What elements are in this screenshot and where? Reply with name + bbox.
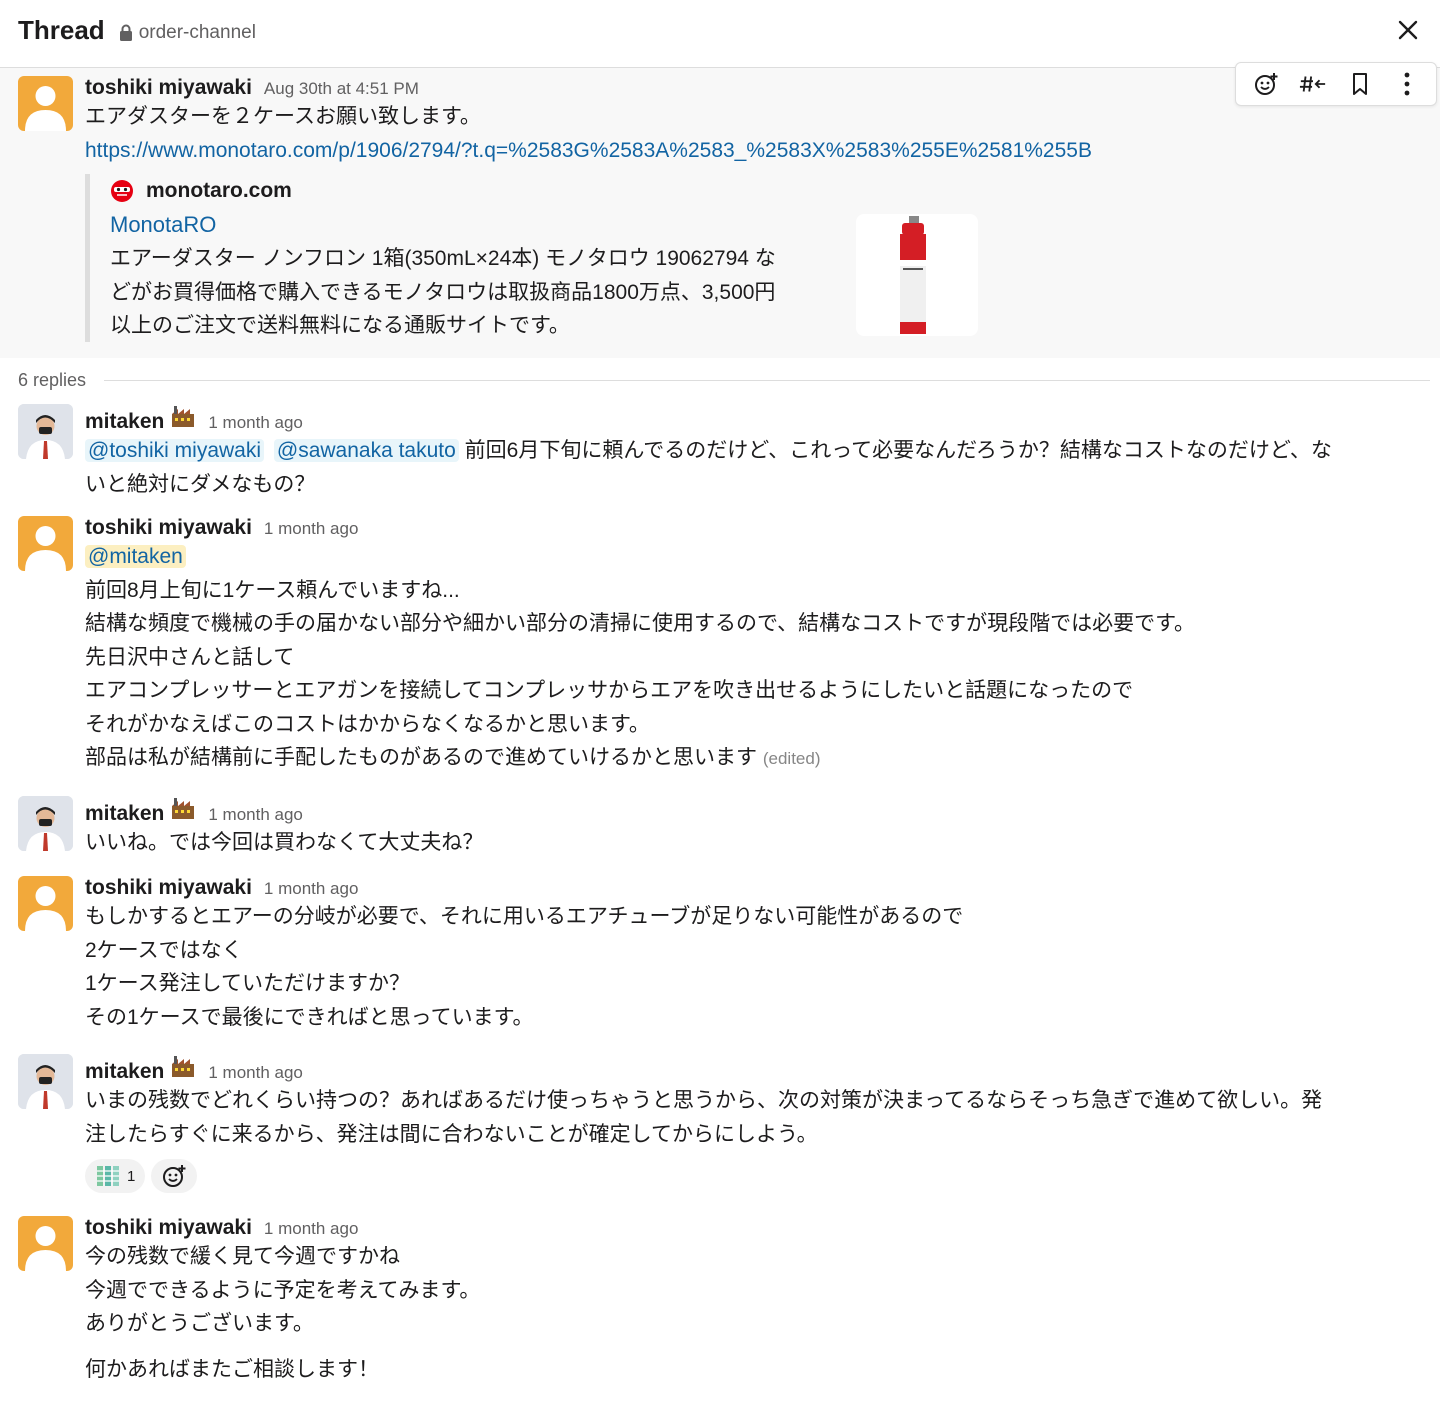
preview-title[interactable]: MonotaRO (110, 208, 850, 242)
timestamp[interactable]: 1 month ago (264, 1219, 359, 1239)
add-reaction-button[interactable] (151, 1159, 198, 1193)
message-text: いまの残数でどれくらい持つの？あればあるだけ使っちゃうと思うから、次の対策が決ま… (85, 1089, 1323, 1112)
reply-message: toshiki miyawaki 1 month ago 今の残数で緩く見て今週… (0, 1216, 1440, 1396)
reply-message: mitaken 1 month ago いいね。では今回は買わなくて大丈夫ね？ (0, 796, 1440, 876)
user-placeholder-icon (25, 1226, 66, 1271)
channel-name: order-channel (138, 21, 256, 43)
preview-description-line: どがお買得価格で購入できるモノタロウは取扱商品1800万点、3,500円 (110, 280, 776, 304)
timestamp[interactable]: 1 month ago (208, 413, 303, 433)
factory-badge-icon (172, 406, 195, 427)
message-text: 今の残数で緩く見て今週ですかね (85, 1245, 400, 1268)
user-placeholder-icon (25, 886, 66, 931)
message-text: 2ケースではなく (85, 938, 243, 962)
parent-message: toshiki miyawaki Aug 30th at 4:51 PM エアダ… (0, 62, 1440, 358)
author-name[interactable]: mitaken (85, 802, 164, 826)
message-text: 注したらすぐに来るから、発注は間に合わないことが確定してからにしよう。 (85, 1122, 818, 1146)
close-icon[interactable] (1394, 16, 1422, 44)
user-placeholder-icon (25, 526, 66, 571)
message-text: 前回8月上旬に1ケース頼んでいますね... (85, 578, 460, 602)
avatar[interactable] (18, 876, 73, 931)
edited-label: (edited) (762, 749, 821, 768)
timestamp[interactable]: 1 month ago (264, 879, 359, 899)
user-photo-icon (18, 796, 73, 851)
lock-icon (119, 24, 132, 41)
preview-site-name: monotaro.com (146, 179, 292, 202)
message-text: それがかなえばこのコストはかからなくなるかと思います。 (85, 712, 650, 736)
reply-message: toshiki miyawaki 1 month ago もしかするとエアーの分… (0, 876, 1440, 1054)
message-text: 何かあればまたご相談します！ (85, 1357, 379, 1381)
author-name[interactable]: toshiki miyawaki (85, 76, 252, 100)
reply-message: mitaken 1 month ago いまの残数でどれくらい持つの？あればある… (0, 1054, 1440, 1216)
message-text: 今週でできるように予定を考えてみます。 (85, 1278, 481, 1302)
reply-message: toshiki miyawaki 1 month ago @mitaken 前回… (0, 516, 1440, 796)
message-text: ありがとうございます。 (85, 1312, 314, 1335)
air-duster-can-image (900, 216, 926, 334)
preview-thumbnail[interactable] (856, 214, 978, 336)
message-text: いいね。では今回は買わなくて大丈夫ね？ (85, 831, 484, 854)
message-text: 結構な頻度で機械の手の届かない部分や細かい部分の清掃に使用するので、結構なコスト… (85, 612, 1196, 635)
factory-badge-icon (172, 798, 195, 819)
message-text: 先日沢中さんと話して (85, 645, 295, 669)
avatar[interactable] (18, 404, 73, 459)
author-name[interactable]: mitaken (85, 1060, 164, 1084)
replies-count: 6 replies (18, 369, 87, 390)
author-name[interactable]: toshiki miyawaki (85, 1216, 252, 1240)
author-name[interactable]: toshiki miyawaki (85, 876, 252, 900)
message-link[interactable]: https://www.monotaro.com/p/1906/2794/?t.… (85, 134, 1424, 168)
message-text: エアダスターを２ケースお願い致します。 (85, 105, 481, 128)
author-name[interactable]: toshiki miyawaki (85, 516, 252, 540)
thread-title: Thread (18, 15, 105, 45)
avatar[interactable] (18, 796, 73, 851)
message-text: 前回6月下旬に頼んでるのだけど、これって必要なんだろうか？結構なコストなのだけど… (464, 439, 1332, 462)
timestamp[interactable]: 1 month ago (208, 1063, 303, 1083)
user-photo-icon (18, 1054, 73, 1109)
preview-description-line: エアーダスター ノンフロン 1箱(350mL×24本) モノタロウ 190627… (110, 247, 776, 270)
user-mention[interactable]: @toshiki miyawaki (85, 439, 265, 462)
reply-message: mitaken 1 month ago @toshiki miyawaki @s… (0, 404, 1440, 516)
replies-separator: 6 replies (0, 358, 1440, 402)
factory-badge-icon (172, 1056, 195, 1077)
reaction-count: 1 (127, 1167, 136, 1185)
user-mention[interactable]: @mitaken (85, 545, 186, 568)
timestamp[interactable]: Aug 30th at 4:51 PM (264, 79, 419, 99)
user-photo-icon (18, 404, 73, 459)
thread-header: Thread order-channel (0, 0, 1440, 68)
message-text: 1ケース発注していただけますか？ (85, 972, 410, 995)
user-mention[interactable]: @sawanaka takuto (273, 439, 459, 462)
user-placeholder-icon (25, 86, 66, 131)
preview-description-line: 以上のご注文で送料無料になる通販サイトです。 (110, 314, 570, 337)
custom-emoji-icon (97, 1166, 119, 1186)
message-text: その1ケースで最後にできればと思っています。 (85, 1005, 534, 1029)
channel-link[interactable]: order-channel (119, 22, 256, 44)
avatar[interactable] (18, 1216, 73, 1271)
divider (104, 379, 1430, 381)
message-text: エアコンプレッサーとエアガンを接続してコンプレッサからエアを吹き出せるようにした… (85, 679, 1134, 702)
avatar[interactable] (18, 516, 73, 571)
add-reaction-icon (163, 1165, 186, 1187)
avatar[interactable] (18, 76, 73, 131)
timestamp[interactable]: 1 month ago (264, 519, 359, 539)
link-preview: monotaro.com MonotaRO エアーダスター ノンフロン 1箱(3… (85, 174, 1424, 342)
monotaro-logo-icon (111, 180, 133, 202)
reaction-pill[interactable]: 1 (85, 1159, 146, 1193)
message-text: もしかするとエアーの分岐が必要で、それに用いるエアチューブが足りない可能性がある… (85, 905, 964, 928)
avatar[interactable] (18, 1054, 73, 1109)
message-text: 部品は私が結構前に手配したものがあるので進めていけるかと思います (85, 746, 757, 769)
timestamp[interactable]: 1 month ago (208, 805, 303, 825)
message: toshiki miyawaki Aug 30th at 4:51 PM エアダ… (0, 76, 1440, 342)
reactions-bar: 1 (85, 1159, 1424, 1193)
message-text: いと絶対にダメなもの？ (85, 472, 316, 496)
author-name[interactable]: mitaken (85, 410, 164, 434)
